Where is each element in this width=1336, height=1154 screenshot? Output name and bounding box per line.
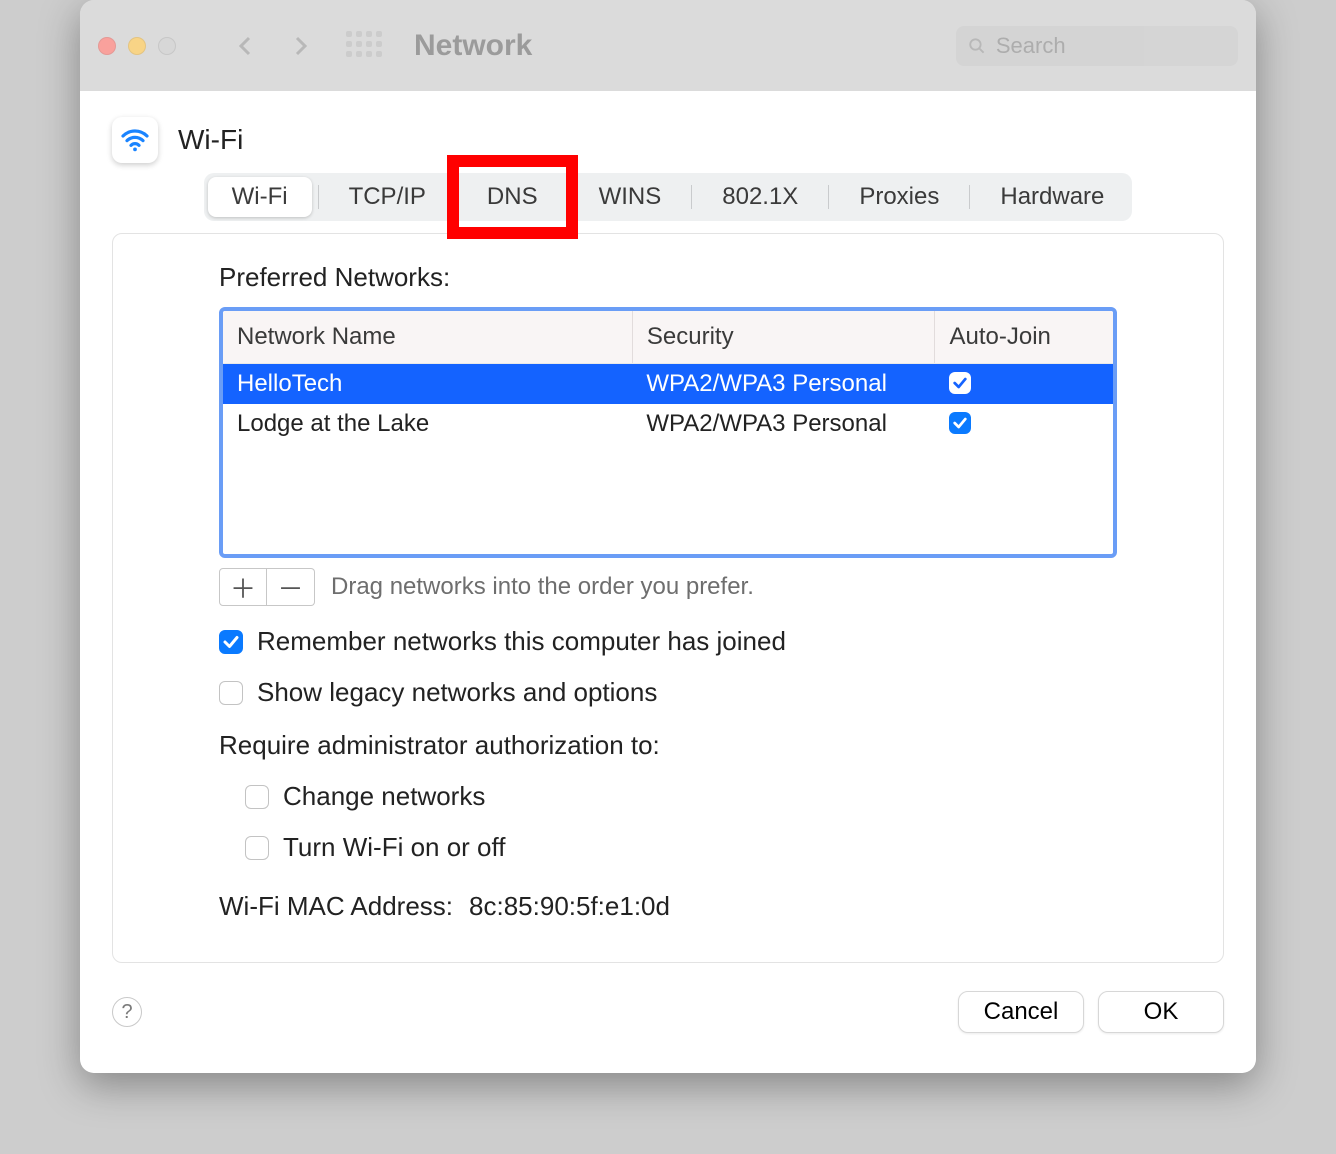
mac-address-label: Wi-Fi MAC Address: [219, 891, 453, 922]
change-networks-label: Change networks [283, 781, 485, 812]
tab-label: Proxies [859, 183, 939, 211]
wifi-panel: Preferred Networks: Network Name Securit… [112, 233, 1224, 963]
tab-label: 802.1X [722, 183, 798, 211]
ok-button[interactable]: OK [1098, 991, 1224, 1033]
reorder-hint: Drag networks into the order you prefer. [331, 573, 754, 601]
window-title: Network [414, 29, 532, 63]
tab-separator [969, 185, 970, 209]
remember-networks-checkbox[interactable] [219, 630, 243, 654]
tab-label: WINS [599, 183, 662, 211]
preferred-networks-label: Preferred Networks: [219, 262, 1117, 293]
turn-wifi-checkbox[interactable] [245, 836, 269, 860]
column-header-security[interactable]: Security [632, 311, 935, 364]
search-field[interactable] [956, 26, 1238, 66]
tab-8021x[interactable]: 802.1X [698, 177, 822, 217]
require-admin-label: Require administrator authorization to: [219, 730, 1117, 761]
search-input[interactable] [996, 33, 1226, 59]
network-security: WPA2/WPA3 Personal [632, 404, 935, 444]
cancel-button[interactable]: Cancel [958, 991, 1084, 1033]
tab-hardware[interactable]: Hardware [976, 177, 1128, 217]
button-label: OK [1144, 998, 1179, 1026]
zoom-button[interactable] [158, 37, 176, 55]
search-icon [968, 36, 986, 56]
tab-separator [691, 185, 692, 209]
forward-button[interactable] [288, 34, 312, 58]
tab-tcpip[interactable]: TCP/IP [325, 177, 450, 217]
minimize-button[interactable] [128, 37, 146, 55]
legacy-networks-checkbox[interactable] [219, 681, 243, 705]
remove-network-button[interactable]: － [267, 568, 315, 606]
tab-separator [318, 185, 319, 209]
all-prefs-button[interactable] [346, 31, 376, 61]
preferred-networks-table[interactable]: Network Name Security Auto-Join HelloTec… [219, 307, 1117, 558]
network-name: HelloTech [223, 364, 632, 405]
tab-separator [568, 185, 569, 209]
tab-bar: Wi-Fi TCP/IP DNS WINS 802.1X Proxies Har… [204, 173, 1133, 221]
mac-address-value: 8c:85:90:5f:e1:0d [469, 891, 670, 922]
button-label: Cancel [984, 998, 1059, 1026]
tab-separator [456, 185, 457, 209]
tab-label: Wi-Fi [232, 183, 288, 211]
table-row[interactable]: HelloTech WPA2/WPA3 Personal [223, 364, 1113, 405]
legacy-networks-label: Show legacy networks and options [257, 677, 657, 708]
titlebar: Network [80, 0, 1256, 91]
network-name: Lodge at the Lake [223, 404, 632, 444]
turn-wifi-label: Turn Wi-Fi on or off [283, 832, 506, 863]
add-network-button[interactable]: ＋ [219, 568, 267, 606]
tab-wifi[interactable]: Wi-Fi [208, 177, 312, 217]
tab-label: DNS [487, 183, 538, 211]
help-button[interactable]: ? [112, 997, 142, 1027]
autojoin-checkbox[interactable] [949, 372, 971, 394]
tab-separator [828, 185, 829, 209]
tab-label: Hardware [1000, 183, 1104, 211]
tab-label: TCP/IP [349, 183, 426, 211]
wifi-icon [112, 117, 158, 163]
network-security: WPA2/WPA3 Personal [632, 364, 935, 405]
column-header-autojoin[interactable]: Auto-Join [935, 311, 1113, 364]
close-button[interactable] [98, 37, 116, 55]
tab-wins[interactable]: WINS [575, 177, 686, 217]
autojoin-checkbox[interactable] [949, 412, 971, 434]
back-button[interactable] [234, 34, 258, 58]
tab-proxies[interactable]: Proxies [835, 177, 963, 217]
page-title: Wi-Fi [178, 124, 243, 156]
change-networks-checkbox[interactable] [245, 785, 269, 809]
table-row[interactable]: Lodge at the Lake WPA2/WPA3 Personal [223, 404, 1113, 444]
tab-dns[interactable]: DNS [463, 177, 562, 217]
remember-networks-label: Remember networks this computer has join… [257, 626, 786, 657]
column-header-name[interactable]: Network Name [223, 311, 632, 364]
